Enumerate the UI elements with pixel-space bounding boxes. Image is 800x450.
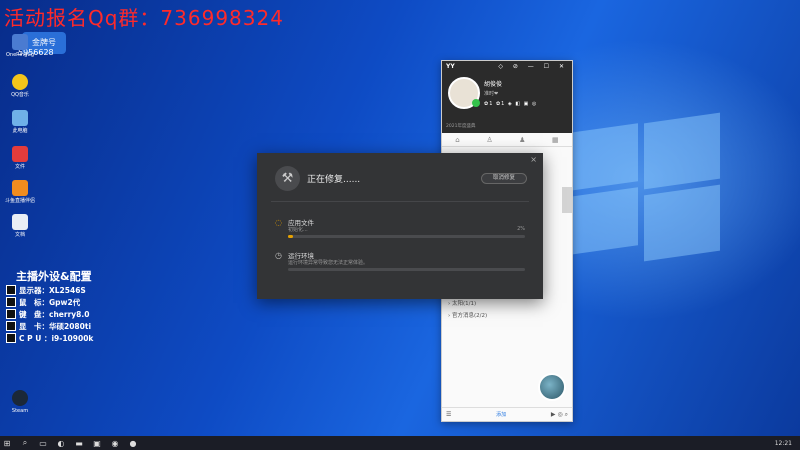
desktop-icon-douyu[interactable]: 斗鱼直播伴侣 — [0, 180, 40, 204]
edge-icon[interactable]: ◐ — [54, 436, 68, 450]
monitor-icon — [6, 285, 16, 295]
app-icon — [12, 34, 28, 50]
spec-row: 显 卡： 华硕2080ti — [6, 320, 122, 332]
user-status: 准时❤ — [484, 91, 499, 97]
yy-app-name: YY — [446, 63, 455, 70]
steam-icon — [12, 390, 28, 406]
desktop-icon-file[interactable]: 文件 — [0, 146, 40, 170]
spec-value: Gpw2代 — [49, 297, 81, 307]
spec-value: i9-10900k — [51, 333, 94, 343]
wrench-icon: ⚒ — [275, 166, 300, 191]
gpu-icon — [6, 321, 16, 331]
start-icon[interactable]: ⊞ — [0, 436, 14, 450]
icon-label: 此电脑 — [12, 128, 28, 134]
search-icon[interactable]: ⌕ — [18, 436, 32, 450]
spec-value: 华硕2080ti — [49, 321, 92, 331]
document-icon — [12, 214, 28, 230]
spec-row: C P U ： i9-10900k — [6, 332, 122, 344]
icon-label: 文件 — [14, 164, 25, 170]
step-desc: 运行环境异常导致您无法正常体验。 — [288, 260, 369, 266]
spec-label: 键 盘： — [19, 309, 49, 319]
task-view-icon[interactable]: ▭ — [36, 436, 50, 450]
icon-label: 斗鱼直播伴侣 — [4, 198, 35, 204]
icon-label: 文档 — [14, 232, 25, 238]
record-icon[interactable]: ◎ — [557, 411, 562, 418]
spec-row: 键 盘： cherry8.0 — [6, 308, 122, 320]
spec-label: 鼠 标： — [19, 297, 49, 307]
progress-bar — [288, 235, 525, 238]
username: 胡俊俊 — [484, 81, 503, 88]
event-banner[interactable]: 2021年度盛典 — [446, 123, 475, 129]
apps-icon[interactable]: ▦ — [552, 136, 559, 144]
yy-header: YY ◇ ⊘ — ☐ ✕ 胡俊俊 准时❤ ✿1 ✿1 ◈ ◧ ▣ ◎ 2021年… — [442, 61, 572, 133]
cancel-repair-button[interactable]: 取消修复 — [481, 173, 527, 184]
taskbar: ⊞ ⌕ ▭ ◐ ▬ ▣ ◉ ● 12:21 — [0, 436, 800, 450]
store-icon[interactable]: ▣ — [90, 436, 104, 450]
home-icon[interactable]: ⌂ — [455, 136, 459, 144]
bottom-tools: ▶ ◎ ⌕ — [551, 411, 568, 419]
spec-value: cherry8.0 — [49, 309, 90, 319]
file-icon — [12, 146, 28, 162]
video-icon[interactable]: ▶ — [551, 411, 556, 418]
group-label: 官方消息(2/2) — [451, 313, 488, 319]
spec-label: 显示器： — [19, 285, 49, 295]
list-item[interactable]: › 官方消息(2/2) — [442, 309, 572, 321]
douyu-icon — [12, 180, 28, 196]
dialog-title: 正在修复...... — [307, 175, 361, 185]
progress-fill — [288, 235, 293, 238]
folder-icon[interactable]: ▬ — [72, 436, 86, 450]
computer-icon — [12, 110, 28, 126]
icon-label: OneRingCg — [5, 52, 35, 58]
clock: 12:21 — [774, 439, 792, 447]
app-icon[interactable]: ● — [126, 436, 140, 450]
yy-bottom-bar: ☰ 添加 ▶ ◎ ⌕ — [442, 407, 572, 421]
window-controls[interactable]: ◇ ⊘ — ☐ ✕ — [498, 63, 568, 70]
yy-tab-bar: ⌂ ♙ ♟ ▦ — [442, 133, 572, 147]
windows-logo — [570, 110, 720, 262]
spec-row: 显示器： XL2546S — [6, 284, 122, 296]
search-icon[interactable]: ⌕ — [565, 411, 568, 418]
mouse-icon — [6, 297, 16, 307]
spec-label: C P U ： — [19, 333, 52, 343]
qq-music-icon — [12, 74, 28, 90]
stream-overlay-text: 活动报名Qq群：736998324 — [4, 6, 284, 30]
spec-title: 主播外设&配置 — [16, 270, 92, 283]
streamer-spec-panel: 主播外设&配置 显示器： XL2546S 鼠 标： Gpw2代 键 盘： cherry… — [6, 268, 122, 344]
desktop-icon-doc[interactable]: 文档 — [0, 214, 40, 238]
spec-value: XL2546S — [49, 285, 86, 295]
desktop-icon-steam[interactable]: Steam — [0, 390, 40, 414]
contact-groups: › 太阳(1/1) › 官方消息(2/2) — [442, 297, 572, 321]
desktop: 金牌号 5956628 OneRingCg QQ音乐 此电脑 文件 斗鱼直播伴侣… — [0, 0, 800, 436]
keyboard-icon — [6, 309, 16, 319]
user-badges: ✿1 ✿1 ◈ ◧ ▣ ◎ — [484, 101, 538, 107]
selected-row[interactable] — [562, 187, 572, 213]
mascot-avatar-button[interactable] — [538, 373, 566, 401]
divider — [271, 201, 529, 202]
avatar[interactable] — [448, 77, 480, 109]
add-link[interactable]: 添加 — [496, 411, 506, 418]
contact-icon[interactable]: ♙ — [486, 136, 492, 144]
progress-bar — [288, 268, 525, 271]
spec-label: 显 卡： — [19, 321, 49, 331]
menu-icon[interactable]: ☰ — [446, 411, 451, 418]
repair-dialog: × ⚒ 正在修复...... 取消修复 ◌ 应用文件 初始化... 2% ◷ 运… — [257, 153, 543, 299]
group-label: 太阳(1/1) — [451, 301, 477, 307]
app-icon[interactable]: ◉ — [108, 436, 122, 450]
icon-label: Steam — [11, 408, 29, 414]
clock-icon: ◷ — [275, 251, 282, 260]
desktop-icon-onering[interactable]: OneRingCg — [0, 34, 40, 58]
close-icon[interactable]: × — [530, 155, 537, 164]
icon-label: QQ音乐 — [11, 92, 29, 98]
spec-row: 鼠 标： Gpw2代 — [6, 296, 122, 308]
step-percent: 2% — [517, 226, 525, 232]
desktop-icon-qqmusic[interactable]: QQ音乐 — [0, 74, 40, 98]
spinner-icon: ◌ — [275, 218, 282, 227]
group-icon[interactable]: ♟ — [519, 136, 525, 144]
desktop-icon-thispc[interactable]: 此电脑 — [0, 110, 40, 134]
cpu-icon — [6, 333, 16, 343]
step-desc: 初始化... — [288, 227, 308, 233]
